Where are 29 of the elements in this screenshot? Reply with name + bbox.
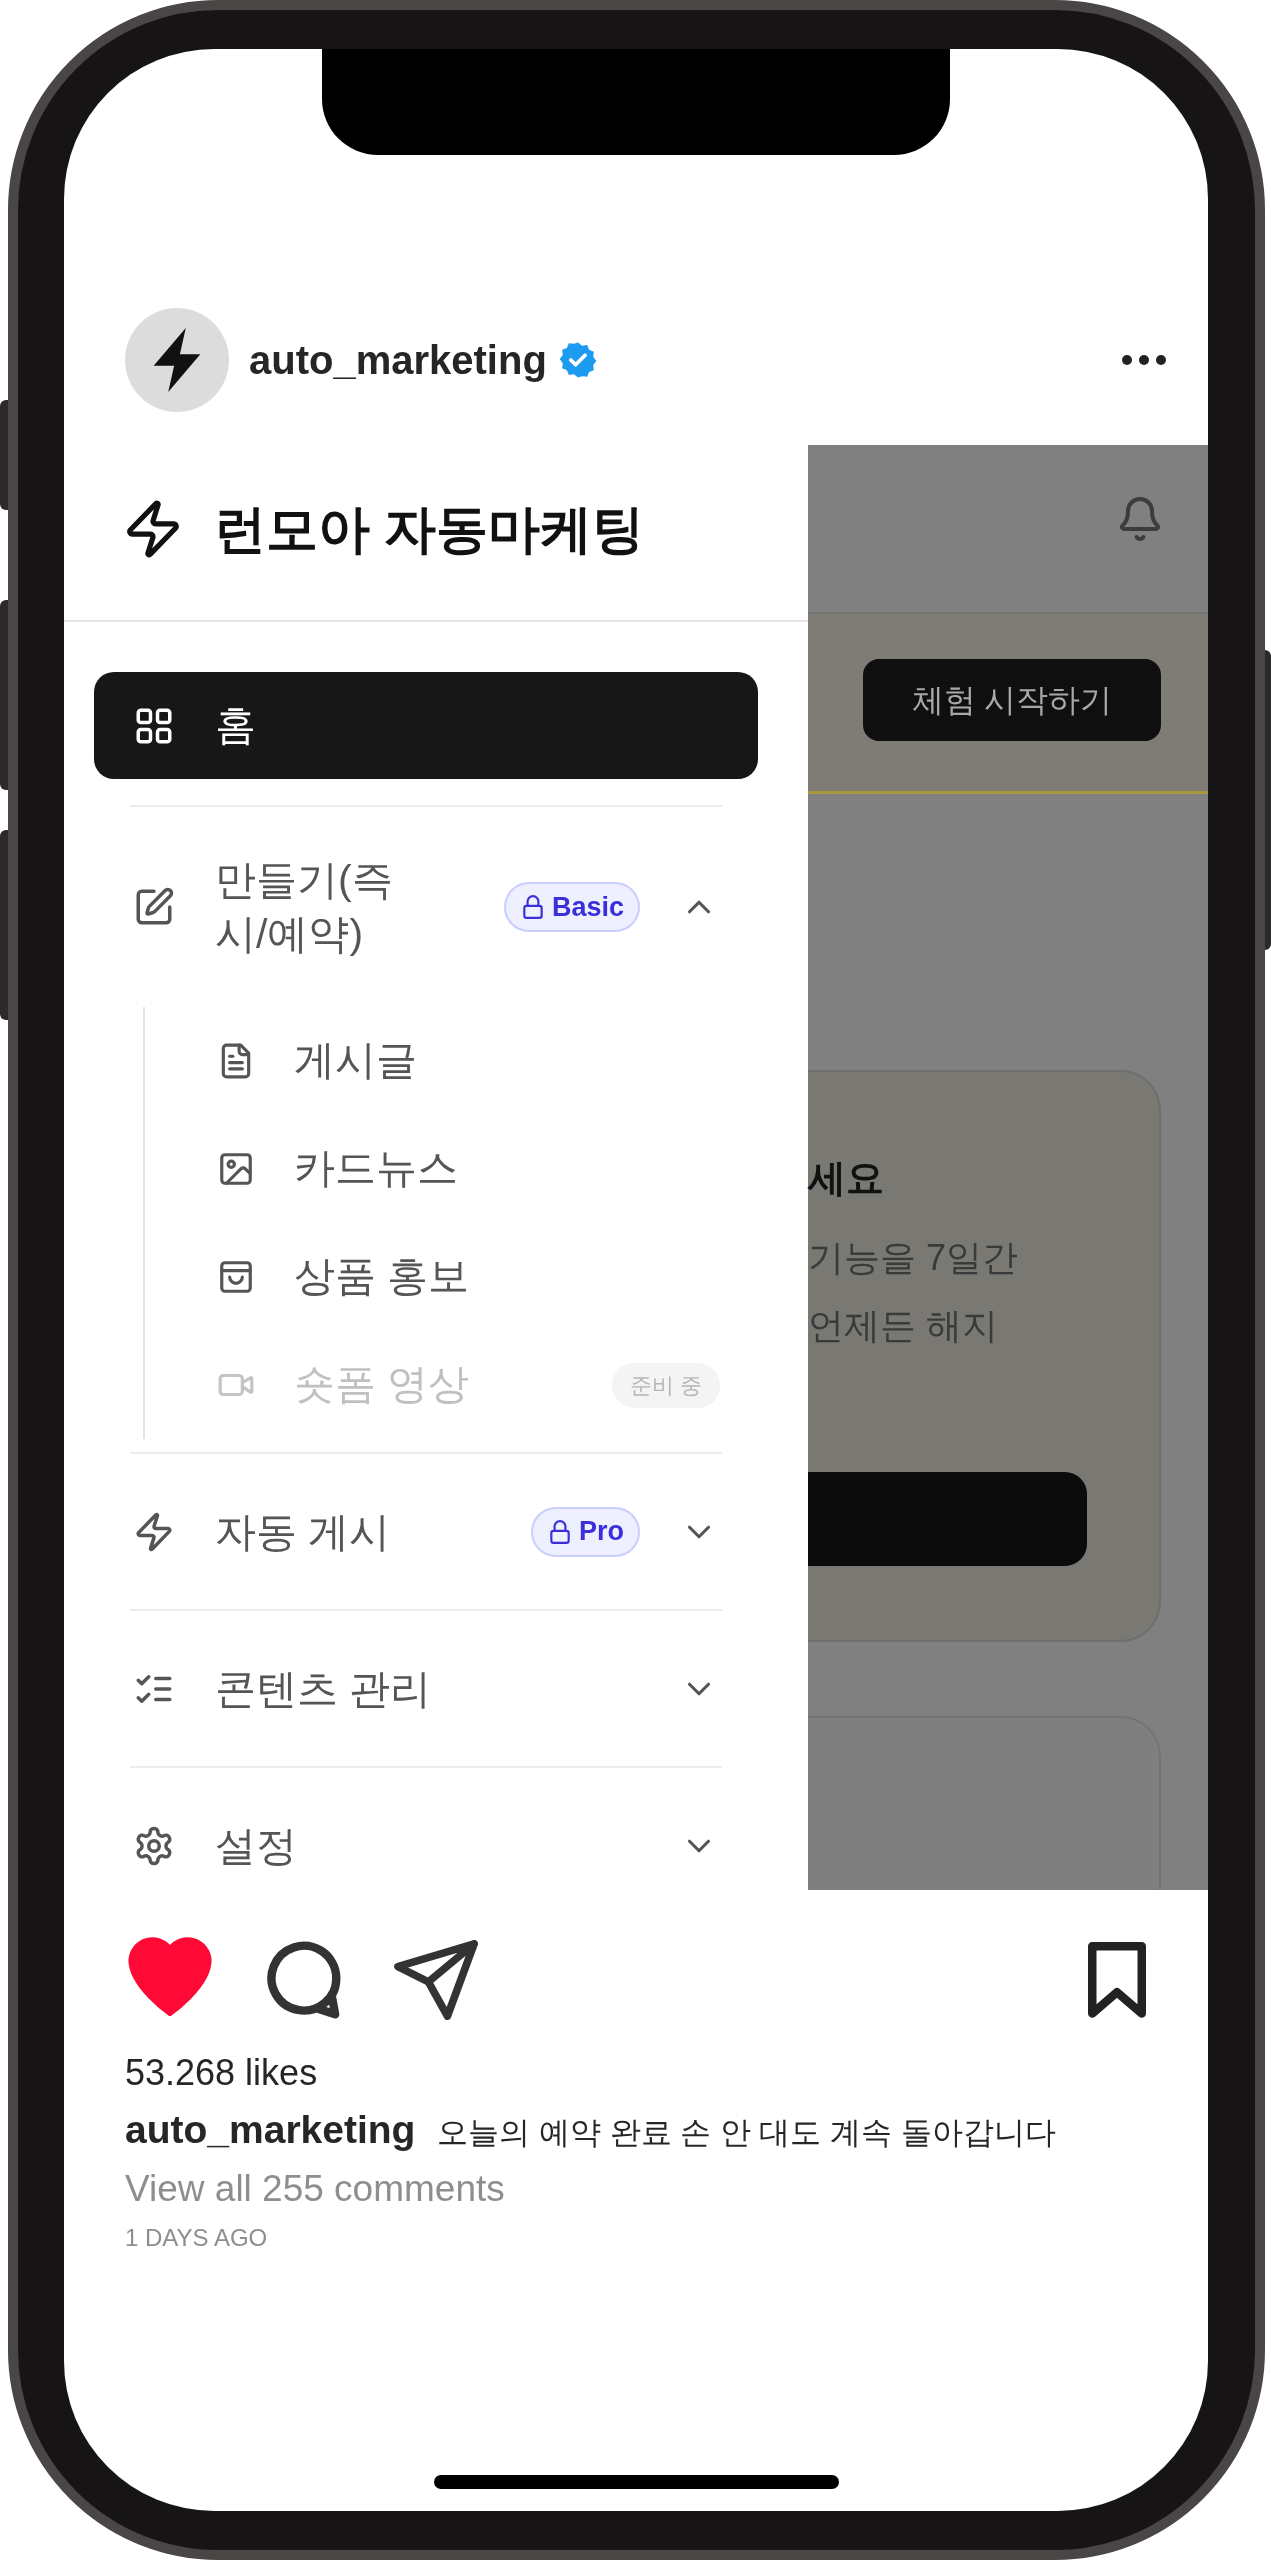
nav-label: 만들기(즉시/예약) <box>215 856 394 959</box>
nav-label: 설정 <box>215 1821 298 1871</box>
lightning-icon <box>133 1510 175 1553</box>
card-text: 언제든 해지 <box>808 1304 999 1348</box>
image-icon <box>217 1150 255 1188</box>
side-button[interactable] <box>0 400 8 510</box>
submenu-item[interactable]: 상품 홍보 <box>145 1223 722 1331</box>
plan-badge: Basic <box>503 882 640 932</box>
caption-text: 오늘의 예약 완료 손 안 대도 계속 돌아갑니다 <box>437 2114 1056 2152</box>
nav-label: 콘텐츠 관리 <box>215 1664 433 1714</box>
home-nav-item[interactable]: 홈 <box>94 672 758 779</box>
submenu-item[interactable]: 게시글 <box>145 1007 722 1115</box>
app-title: 런모아 자동마케팅 <box>214 498 645 560</box>
lock-icon <box>547 1518 573 1545</box>
card-text: 기능을 7일간 <box>808 1236 1020 1280</box>
send-icon[interactable] <box>394 1939 478 2020</box>
plan-badge: Pro <box>531 1506 640 1557</box>
status-tag: 준비 중 <box>611 1362 720 1408</box>
likes-count: 53.268 likes <box>125 2053 318 2093</box>
caption-username[interactable]: auto_marketing <box>125 2110 416 2150</box>
start-trial-button[interactable]: 체험 시작하기 <box>863 659 1161 741</box>
nav-label: 자동 게시 <box>215 1507 392 1557</box>
username[interactable]: auto_marketing <box>249 330 547 390</box>
bag-icon <box>217 1258 255 1296</box>
submenu-item: 숏폼 영상 준비 중 <box>145 1331 722 1439</box>
card-heading: 세요 <box>808 1156 885 1200</box>
submenu-item[interactable]: 카드뉴스 <box>145 1115 722 1223</box>
post-time: 1 DAYS AGO <box>125 2223 268 2253</box>
bookmark-icon[interactable] <box>1086 1941 1148 2018</box>
